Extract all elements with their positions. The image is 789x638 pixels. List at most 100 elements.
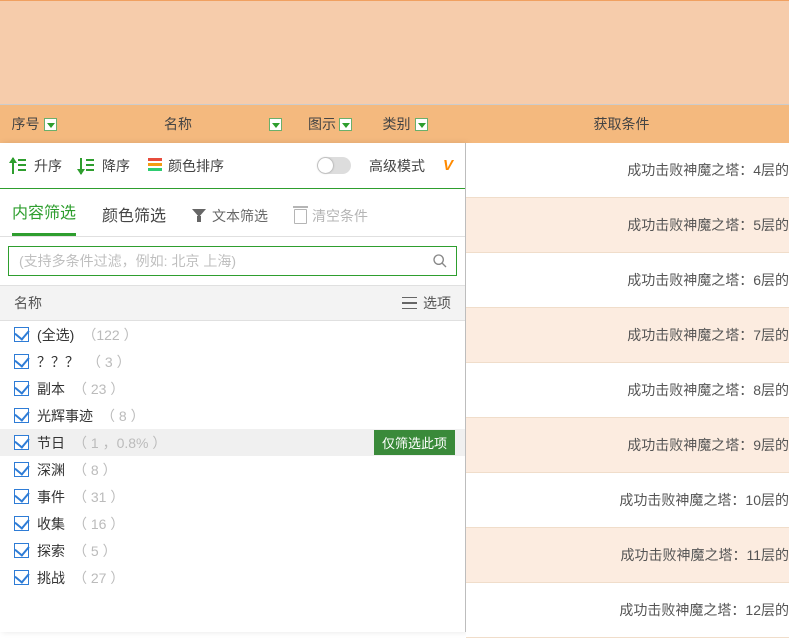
sort-desc-label: 降序: [102, 156, 130, 176]
filter-tabs: 内容筛选 颜色筛选 文本筛选 清空条件: [0, 189, 465, 237]
filter-item-count: （ 3 ）: [87, 352, 131, 372]
table-row[interactable]: 成功击败神魔之塔：5层的: [466, 198, 789, 253]
search-icon[interactable]: [424, 247, 456, 275]
text-filter-button[interactable]: 文本筛选: [192, 206, 268, 236]
sort-color-label: 颜色排序: [168, 156, 224, 176]
filter-item[interactable]: ？？？ （ 3 ）: [0, 348, 465, 375]
filter-item-label: 深渊: [37, 460, 65, 480]
table-row[interactable]: 成功击败神魔之塔：8层的: [466, 363, 789, 418]
filter-item-label: 光辉事迹: [37, 406, 93, 426]
filter-item-label: 探索: [37, 541, 65, 561]
clear-filter-button[interactable]: 清空条件: [294, 206, 368, 236]
filter-item-label: 挑战: [37, 568, 65, 588]
col-category[interactable]: 类别: [356, 105, 454, 143]
checkbox[interactable]: [14, 570, 29, 585]
table-row[interactable]: 成功击败神魔之塔：11层的: [466, 528, 789, 583]
col-category-label: 类别: [383, 114, 411, 134]
filter-only-button[interactable]: 仅筛选此项: [374, 430, 455, 455]
filter-list-header: 名称 选项: [0, 285, 465, 321]
column-header-row: 序号 名称 图示 类别 获取条件: [0, 105, 789, 143]
sort-asc-icon: [12, 157, 28, 175]
table-row[interactable]: 成功击败神魔之塔：7层的: [466, 308, 789, 363]
advanced-toggle[interactable]: [317, 157, 351, 174]
filter-item[interactable]: 深渊 （ 8 ）: [0, 456, 465, 483]
table-row[interactable]: 成功击败神魔之塔：4层的: [466, 143, 789, 198]
filter-item-label: (全选): [37, 325, 74, 345]
checkbox[interactable]: [14, 327, 29, 342]
filter-item[interactable]: 挑战 （ 27 ）: [0, 564, 465, 591]
table-row[interactable]: 成功击败神魔之塔：12层的: [466, 583, 789, 638]
filter-item[interactable]: 节日 （ 1 ，0.8% ） 仅筛选此项: [0, 429, 465, 456]
sort-color-button[interactable]: 颜色排序: [148, 156, 224, 176]
filter-item-count: （ 5 ）: [73, 541, 117, 561]
search-box: [8, 246, 457, 276]
table-row[interactable]: 成功击败神魔之塔：10层的: [466, 473, 789, 528]
search-row: [0, 237, 465, 285]
options-label: 选项: [423, 293, 451, 313]
table-row[interactable]: 成功击败神魔之塔：6层的: [466, 253, 789, 308]
filter-item-label: 收集: [37, 514, 65, 534]
dropdown-icon[interactable]: [415, 118, 428, 131]
checkbox[interactable]: [14, 543, 29, 558]
filter-item[interactable]: 光辉事迹 （ 8 ）: [0, 402, 465, 429]
filter-item-label: 副本: [37, 379, 65, 399]
tab-content-filter[interactable]: 内容筛选: [12, 199, 76, 236]
options-button[interactable]: 选项: [402, 293, 451, 313]
dropdown-icon[interactable]: [44, 118, 57, 131]
sort-asc-label: 升序: [34, 156, 62, 176]
filter-list: (全选) （122 ）？？？ （ 3 ） 副本 （ 23 ） 光辉事迹 （ 8 ） 节日 （ 1…: [0, 321, 465, 591]
sort-desc-button[interactable]: 降序: [80, 156, 130, 176]
filter-item-count: （ 16 ）: [73, 514, 124, 534]
vip-badge-icon: V: [443, 157, 453, 174]
checkbox[interactable]: [14, 435, 29, 450]
hamburger-icon: [402, 297, 417, 309]
col-seq[interactable]: 序号: [0, 105, 68, 143]
checkbox[interactable]: [14, 489, 29, 504]
header-banner: [0, 0, 789, 105]
col-name-label: 名称: [164, 114, 192, 134]
filter-item[interactable]: 探索 （ 5 ）: [0, 537, 465, 564]
filter-item[interactable]: 事件 （ 31 ）: [0, 483, 465, 510]
filter-item-label: ？？？: [37, 352, 79, 372]
filter-item-count: （122 ）: [82, 325, 137, 345]
col-condition[interactable]: 获取条件: [454, 105, 789, 143]
table-row[interactable]: 成功击败神魔之塔：9层的: [466, 418, 789, 473]
clear-filter-label: 清空条件: [312, 206, 368, 226]
filter-item[interactable]: 副本 （ 23 ）: [0, 375, 465, 402]
advanced-label: 高级模式: [369, 156, 425, 176]
col-icon-label: 图示: [308, 114, 336, 134]
funnel-icon: [192, 209, 206, 223]
list-head-name: 名称: [14, 293, 42, 313]
trash-icon: [294, 209, 307, 224]
filter-item-count: （ 8 ）: [73, 460, 117, 480]
data-rows: 成功击败神魔之塔：4层的成功击败神魔之塔：5层的成功击败神魔之塔：6层的成功击败…: [466, 143, 789, 632]
text-filter-label: 文本筛选: [212, 206, 268, 226]
col-name[interactable]: 名称: [68, 105, 288, 143]
filter-item-label: 事件: [37, 487, 65, 507]
filter-item-count: （ 1 ，0.8% ）: [73, 433, 166, 453]
filter-item[interactable]: (全选) （122 ）: [0, 321, 465, 348]
col-icon[interactable]: 图示: [288, 105, 356, 143]
checkbox[interactable]: [14, 462, 29, 477]
checkbox[interactable]: [14, 381, 29, 396]
col-seq-label: 序号: [12, 114, 40, 134]
tab-color-filter[interactable]: 颜色筛选: [102, 202, 166, 236]
dropdown-icon[interactable]: [269, 118, 282, 131]
sort-desc-icon: [80, 157, 96, 175]
filter-item[interactable]: 收集 （ 16 ）: [0, 510, 465, 537]
sort-toolbar: 升序 降序 颜色排序 高级模式 V: [0, 143, 465, 189]
filter-item-label: 节日: [37, 433, 65, 453]
col-condition-label: 获取条件: [594, 114, 650, 134]
dropdown-icon[interactable]: [339, 118, 352, 131]
filter-panel: 升序 降序 颜色排序 高级模式 V 内容筛选 颜色筛选 文本筛选 清空条件: [0, 143, 466, 632]
filter-item-count: （ 31 ）: [73, 487, 124, 507]
filter-item-count: （ 23 ）: [73, 379, 124, 399]
sort-asc-button[interactable]: 升序: [12, 156, 62, 176]
filter-item-count: （ 8 ）: [101, 406, 145, 426]
filter-item-count: （ 27 ）: [73, 568, 124, 588]
search-input[interactable]: [9, 247, 424, 275]
checkbox[interactable]: [14, 516, 29, 531]
checkbox[interactable]: [14, 354, 29, 369]
checkbox[interactable]: [14, 408, 29, 423]
color-sort-icon: [148, 158, 162, 174]
